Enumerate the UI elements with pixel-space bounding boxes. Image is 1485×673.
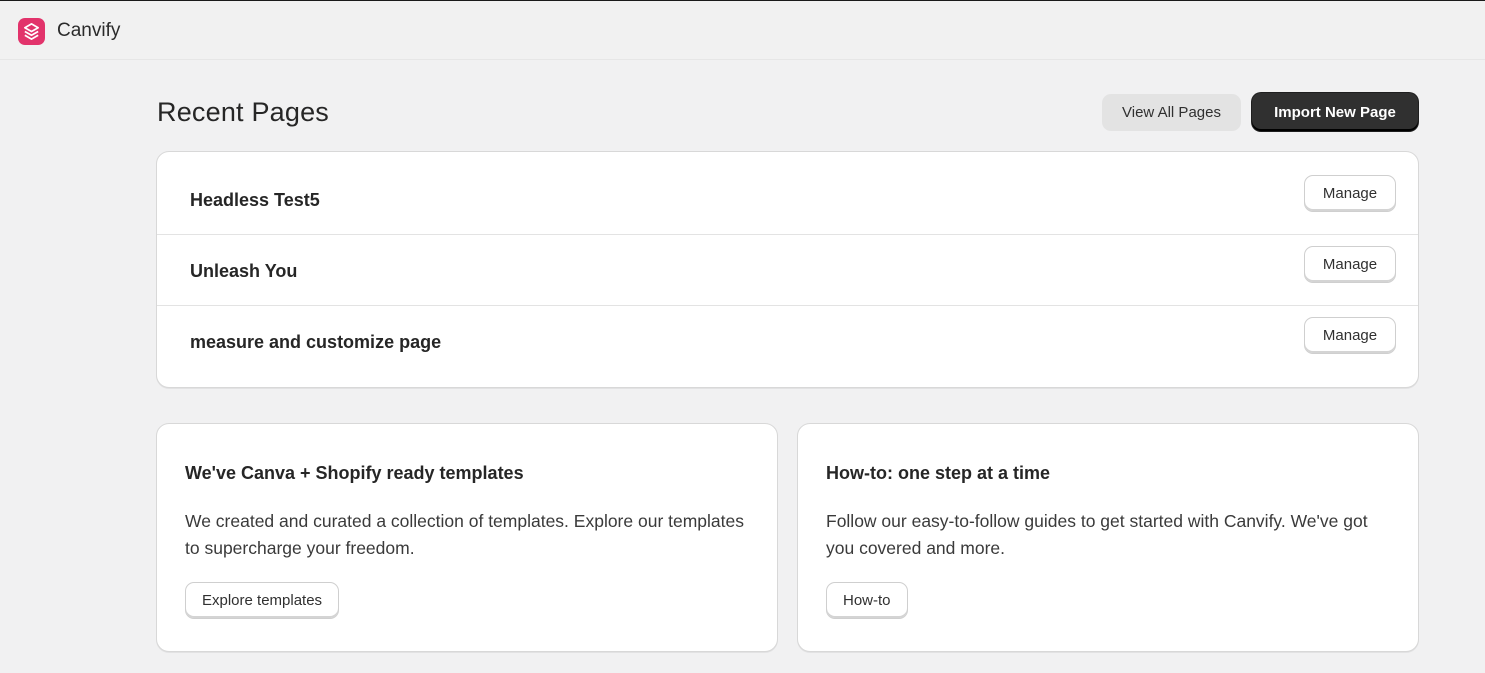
templates-card-title: We've Canva + Shopify ready templates [185,463,524,483]
page-name: Headless Test5 [190,190,320,210]
howto-card: How-to: one step at a time Follow our ea… [797,423,1419,652]
how-to-button[interactable]: How-to [826,582,908,619]
manage-button[interactable]: Manage [1304,175,1396,212]
list-item: Unleash You Manage [157,234,1418,305]
explore-templates-button[interactable]: Explore templates [185,582,340,619]
list-item: measure and customize page Manage [157,305,1418,376]
page-name: Unleash You [190,261,298,281]
canvify-logo-icon[interactable] [18,18,45,45]
howto-card-title: How-to: one step at a time [826,463,1051,483]
howto-card-body: Follow our easy-to-follow guides to get … [826,511,1368,558]
app-name: Canvify [57,20,121,41]
manage-button[interactable]: Manage [1304,317,1396,354]
manage-button[interactable]: Manage [1304,246,1396,283]
top-bar: Canvify [0,0,1485,60]
page-name: measure and customize page [190,332,442,352]
import-new-page-button[interactable]: Import New Page [1252,93,1418,131]
templates-card-body: We created and curated a collection of t… [185,511,745,558]
page-title: Recent Pages [157,97,330,127]
view-all-pages-button[interactable]: View All Pages [1102,94,1241,131]
recent-pages-list: Headless Test5 Manage Unleash You Manage… [156,151,1419,388]
templates-card: We've Canva + Shopify ready templates We… [156,423,778,652]
list-item: Headless Test5 Manage [157,164,1418,235]
